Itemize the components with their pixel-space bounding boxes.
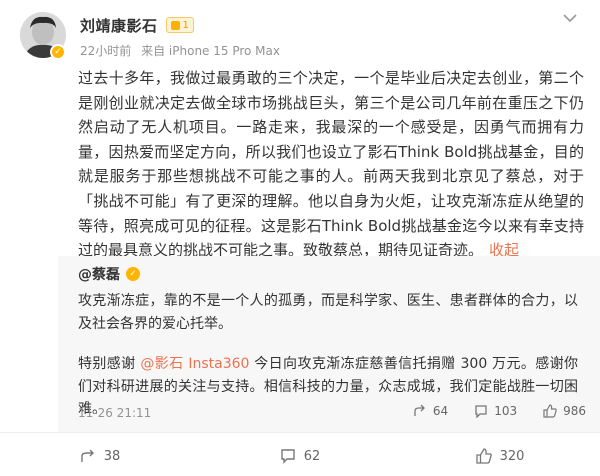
share-icon — [414, 404, 425, 416]
verified-icon: ✓ — [126, 267, 140, 281]
repost-stats: 64 103 986 — [387, 404, 586, 418]
repost-box[interactable]: @蔡磊 ✓ 攻克渐冻症，靠的不是一个人的孤勇，而是科学家、医生、患者群体的合力，… — [58, 256, 600, 432]
crown-icon — [170, 20, 180, 30]
verified-icon: ✓ — [50, 44, 66, 60]
repost-share-button[interactable]: 64 — [413, 404, 448, 418]
post-source: 来自 iPhone 15 Pro Max — [141, 44, 280, 58]
share-count: 38 — [103, 448, 121, 464]
repost-like-button[interactable]: 986 — [543, 404, 586, 418]
share-button[interactable]: 38 — [0, 440, 200, 472]
post-footer: 38 62 320 — [0, 440, 600, 472]
author-row: 刘靖康影石 1 — [80, 14, 194, 36]
post-content: 过去十多年，我做过最勇敢的三个决定，一个是毕业后决定去创业，第二个是刚创业就决定… — [78, 66, 584, 263]
repost-paragraph-1: 攻克渐冻症，靠的不是一个人的孤勇，而是科学家、医生、患者群体的合力，以及社会各界… — [78, 293, 578, 332]
repost-comment-button[interactable]: 103 — [474, 404, 517, 418]
comment-count: 62 — [303, 448, 321, 464]
chevron-down-icon — [563, 14, 577, 23]
thumbs-up-icon — [475, 448, 492, 464]
repost-comment-count: 103 — [494, 404, 518, 418]
like-button[interactable]: 320 — [400, 440, 600, 472]
author-name[interactable]: 刘靖康影石 — [80, 15, 158, 36]
post-time[interactable]: 22小时前 — [80, 44, 131, 58]
more-options-button[interactable] — [562, 12, 578, 24]
comment-icon — [475, 405, 487, 418]
thumbs-up-icon — [543, 404, 557, 418]
weibo-post: ✓ 刘靖康影石 1 22小时前 来自 iPhone 15 Pro Max 过去十… — [0, 0, 600, 476]
repost-author-name[interactable]: @蔡磊 — [78, 264, 120, 284]
like-count: 320 — [499, 448, 525, 464]
post-text: 过去十多年，我做过最勇敢的三个决定，一个是毕业后决定去创业，第二个是刚创业就决定… — [78, 69, 584, 260]
comment-icon — [281, 449, 295, 464]
post-meta: 22小时前 来自 iPhone 15 Pro Max — [80, 42, 286, 59]
repost-like-count: 986 — [563, 404, 586, 418]
repost-p2-prefix: 特别感谢 — [78, 356, 141, 372]
footer-divider — [0, 432, 600, 433]
share-icon — [81, 449, 94, 462]
level-badge-number: 1 — [182, 19, 189, 31]
mention-link[interactable]: @影石 Insta360 — [140, 356, 249, 372]
comment-button[interactable]: 62 — [200, 440, 400, 472]
repost-time[interactable]: 11-26 21:11 — [78, 406, 151, 420]
repost-share-count: 64 — [432, 404, 449, 418]
repost-author-row: @蔡磊 ✓ — [78, 264, 140, 284]
level-badge: 1 — [165, 17, 194, 33]
